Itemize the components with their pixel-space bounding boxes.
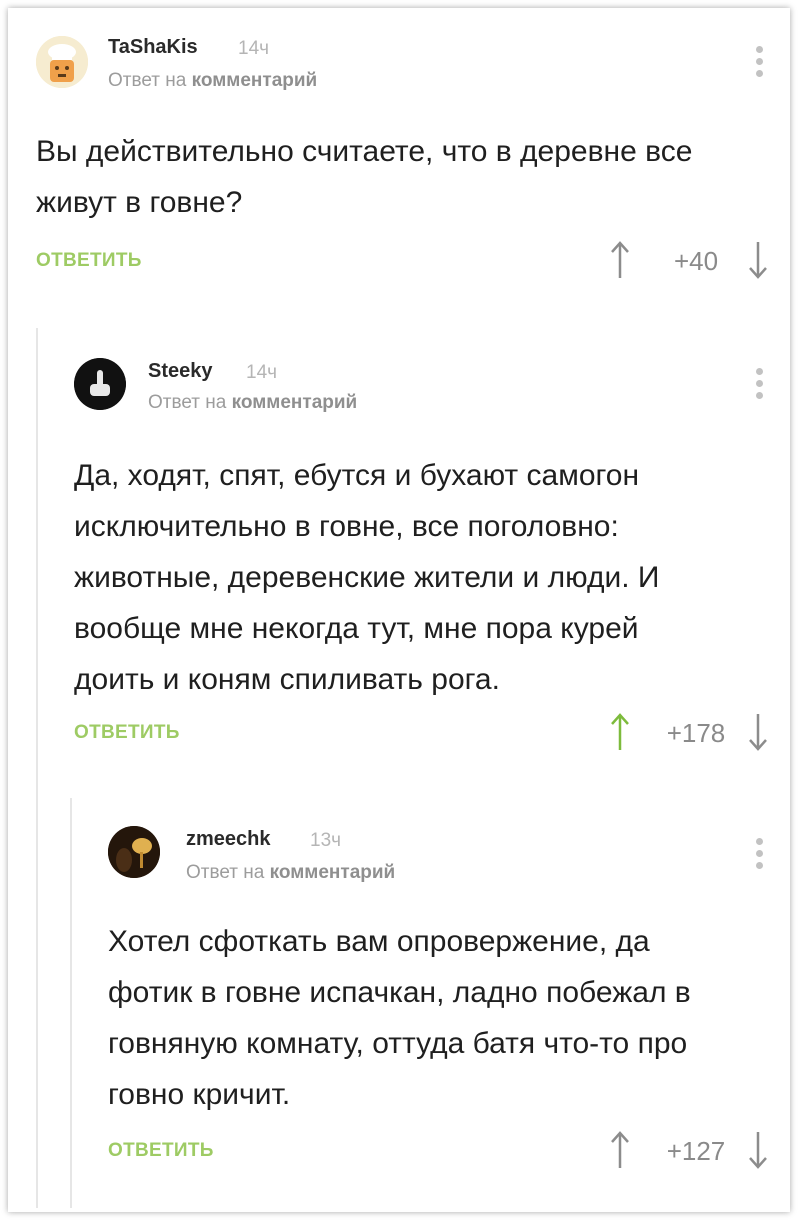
text-line: фотик в говне испачкан, ладно побежал в <box>108 976 691 1009</box>
reply-to-info: Ответ на комментарий <box>186 862 395 884</box>
comment-time: 13ч <box>310 830 342 851</box>
comments-panel: TaShaKis 14ч Ответ на комментарий Вы дей… <box>8 8 790 1212</box>
reply-to-link[interactable]: комментарий <box>270 862 396 883</box>
author-name[interactable]: zmeechk <box>186 828 271 851</box>
reply-to-prefix: Ответ на <box>186 862 265 883</box>
arrow-down-icon[interactable] <box>748 1130 768 1170</box>
avatar[interactable] <box>108 826 160 878</box>
comment-3: zmeechk 13ч Ответ на комментарий Хотел с… <box>8 8 790 1208</box>
arrow-up-icon[interactable] <box>610 1130 630 1170</box>
text-line: говняную комнату, оттуда батя что-то про <box>108 1027 688 1060</box>
vote-controls: +127 <box>598 1130 778 1170</box>
comment-text: Хотел сфоткать вам опровержение, да фоти… <box>108 916 778 1120</box>
reply-button[interactable]: ОТВЕТИТЬ <box>108 1140 214 1162</box>
vertical-dots-icon[interactable] <box>752 838 766 874</box>
lamp-photo-avatar-icon <box>108 826 160 878</box>
text-line: говно кричит. <box>108 1078 291 1111</box>
rating-count: +127 <box>666 1136 726 1166</box>
text-line: Хотел сфоткать вам опровержение, да <box>108 925 650 958</box>
